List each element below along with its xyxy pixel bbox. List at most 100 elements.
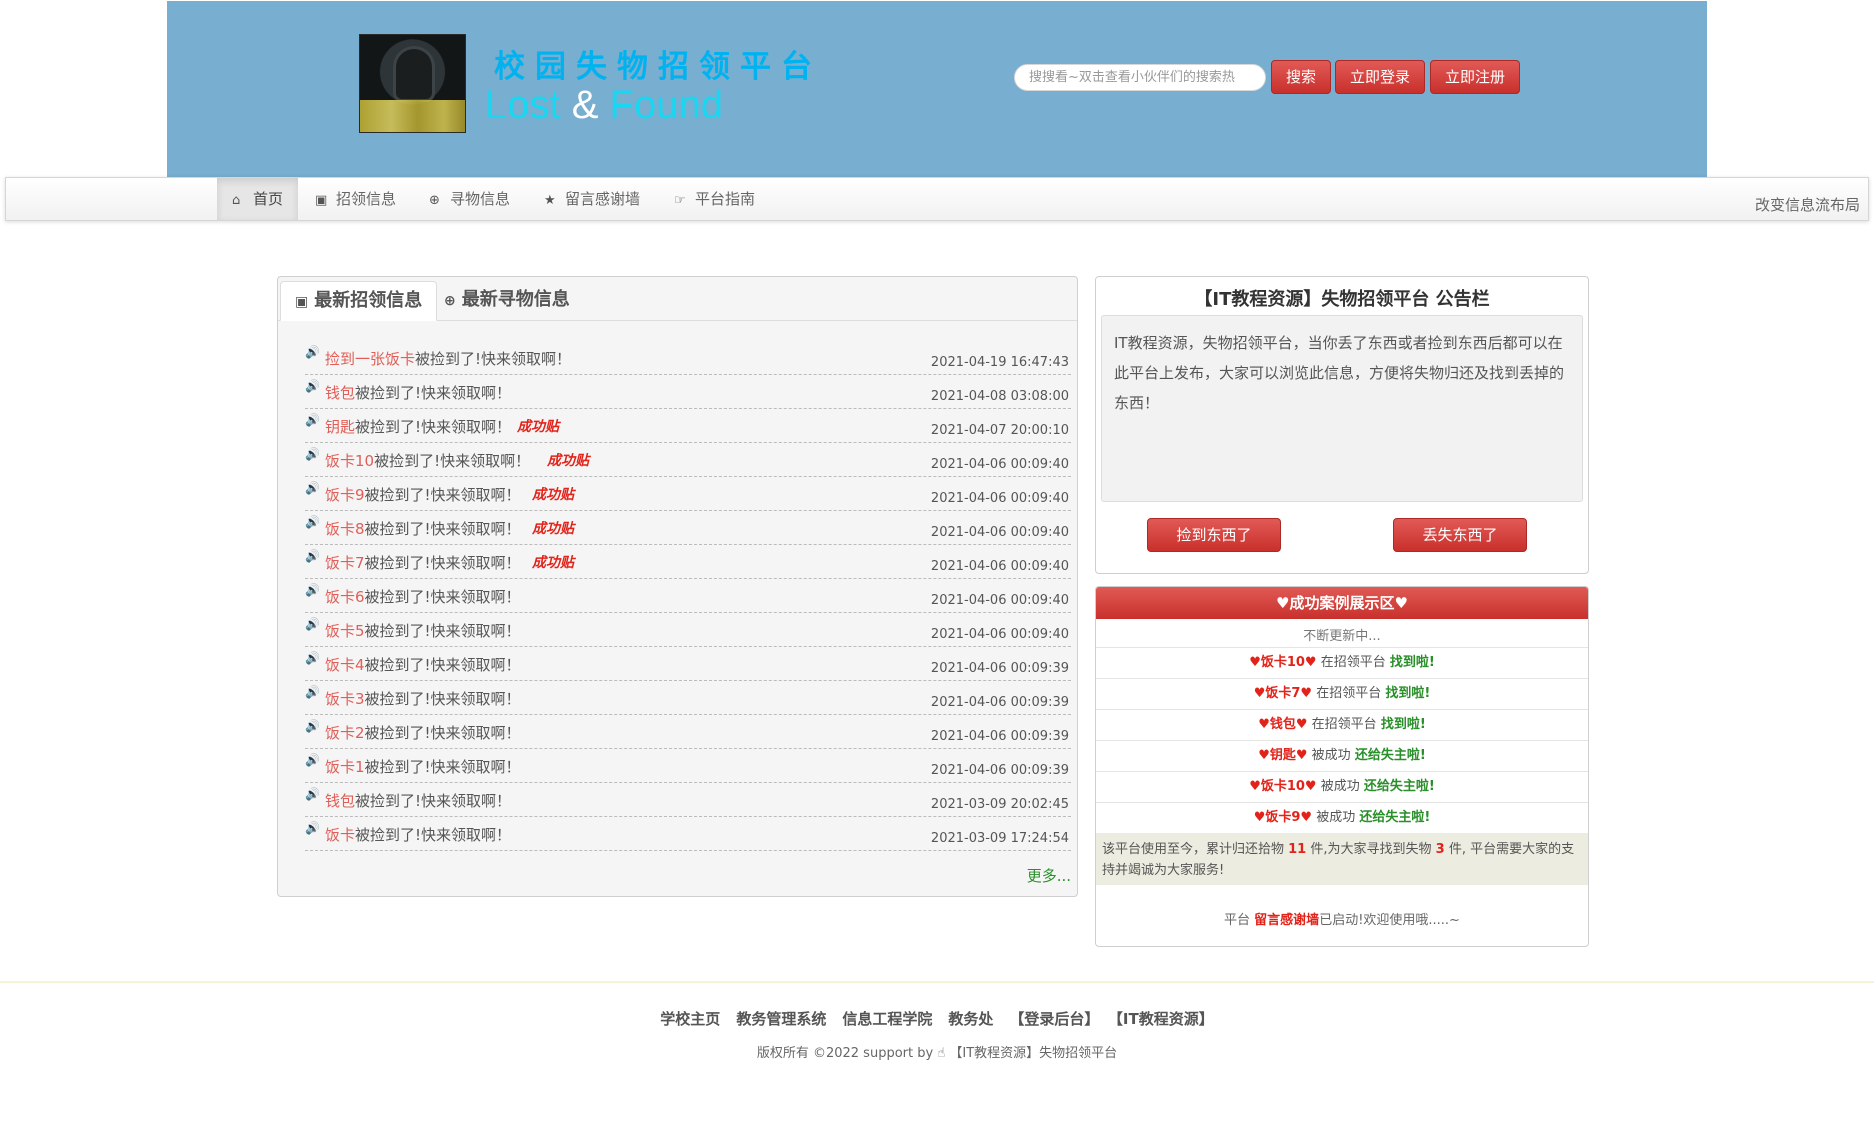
tab-label: 最新招领信息 <box>314 290 423 311</box>
item-name-link[interactable]: 饭卡1 <box>325 758 365 776</box>
tab-latest-lost[interactable]: ⊕ 最新寻物信息 <box>430 281 584 321</box>
lost-something-button[interactable]: 丢失东西了 <box>1393 518 1527 552</box>
thanks-wall-link[interactable]: 留言感谢墙 <box>1254 913 1319 928</box>
item-name-link[interactable]: 饭卡10 <box>325 452 374 470</box>
item-desc: 被捡到了!快来领取啊！ <box>415 350 572 368</box>
list-item[interactable]: 🔊 钱包被捡到了!快来领取啊！ 2021-04-08 03:08:00 <box>305 375 1071 409</box>
item-name-link[interactable]: 钱包 <box>325 384 355 402</box>
notice-title: 【IT教程资源】失物招领平台 公告栏 <box>1194 289 1490 310</box>
footer-link[interactable]: 【登录后台】 <box>1009 1010 1099 1028</box>
list-item[interactable]: 🔊 饭卡3被捡到了!快来领取啊！ 2021-04-06 00:09:39 <box>305 681 1071 715</box>
brand-ampersand: & <box>571 83 599 127</box>
picture-icon: ▣ <box>315 193 328 208</box>
copyright: 版权所有 ©2022 support by ☝ 【IT教程资源】失物招领平台 <box>0 1042 1874 1061</box>
nav-label: 寻物信息 <box>450 190 511 208</box>
tab-latest-found[interactable]: ▣ 最新招领信息 <box>280 281 438 321</box>
list-item[interactable]: 🔊 饭卡2被捡到了!快来领取啊！ 2021-04-06 00:09:39 <box>305 715 1071 749</box>
found-list: 🔊 捡到一张饭卡被捡到了!快来领取啊！ 2021-04-19 16:47:43 🔊 钱包… <box>305 341 1071 851</box>
case-item-name[interactable]: ♥饭卡7♥ <box>1254 686 1312 701</box>
item-name-link[interactable]: 钱包 <box>325 792 355 810</box>
footer-link[interactable]: 【IT教程资源】 <box>1115 1010 1213 1028</box>
brand-word-lost: Lost <box>485 83 561 127</box>
case-result: 还给失主啦! <box>1363 779 1435 794</box>
list-item[interactable]: 🔊 饭卡被捡到了!快来领取啊！ 2021-03-09 17:24:54 <box>305 817 1071 851</box>
list-item[interactable]: 🔊 钥匙被捡到了!快来领取啊！ 成功贴 2021-04-07 20:00:10 <box>305 409 1071 443</box>
list-item[interactable]: 🔊 饭卡4被捡到了!快来领取啊！ 2021-04-06 00:09:39 <box>305 647 1071 681</box>
nav-found-info[interactable]: ▣ 招领信息 <box>300 178 411 220</box>
item-date: 2021-03-09 17:24:54 <box>930 831 1069 846</box>
speaker-icon: 🔊 <box>305 515 320 529</box>
success-case-item: ♥钱包♥ 在招领平台 找到啦! <box>1096 709 1588 740</box>
search-button[interactable]: 搜索 <box>1271 60 1331 94</box>
item-name-link[interactable]: 饭卡2 <box>325 724 365 742</box>
item-name-link[interactable]: 饭卡8 <box>325 520 365 538</box>
speaker-icon: 🔊 <box>305 583 320 597</box>
item-name-link[interactable]: 饭卡9 <box>325 486 365 504</box>
success-tag: 成功贴 <box>547 453 589 469</box>
login-button[interactable]: 立即登录 <box>1335 60 1425 94</box>
item-name-link[interactable]: 饭卡7 <box>325 554 365 572</box>
item-name-link[interactable]: 捡到一张饭卡 <box>325 350 415 368</box>
speaker-icon: 🔊 <box>305 345 320 359</box>
footer-link[interactable]: 教务管理系统 <box>736 1010 826 1028</box>
case-item-name[interactable]: ♥饭卡10♥ <box>1249 655 1316 670</box>
item-name-link[interactable]: 饭卡 <box>325 826 355 844</box>
item-name-link[interactable]: 饭卡5 <box>325 622 365 640</box>
item-text: 饭卡3被捡到了!快来领取啊！ <box>325 688 521 709</box>
case-mid-text: 在招领平台 <box>1312 686 1386 701</box>
list-item[interactable]: 🔊 捡到一张饭卡被捡到了!快来领取啊！ 2021-04-19 16:47:43 <box>305 341 1071 375</box>
speaker-icon: 🔊 <box>305 719 320 733</box>
item-desc: 被捡到了!快来领取啊！ <box>364 520 521 538</box>
list-item[interactable]: 🔊 饭卡7被捡到了!快来领取啊！ 成功贴 2021-04-06 00:09:40 <box>305 545 1071 579</box>
change-layout-link[interactable]: 改变信息流布局 <box>1755 194 1860 215</box>
copyright-text: 版权所有 ©2022 support by <box>756 1046 938 1061</box>
zoom-icon: ⊕ <box>444 293 456 309</box>
list-item[interactable]: 🔊 饭卡9被捡到了!快来领取啊！ 成功贴 2021-04-06 00:09:40 <box>305 477 1071 511</box>
list-item[interactable]: 🔊 饭卡6被捡到了!快来领取啊！ 2021-04-06 00:09:40 <box>305 579 1071 613</box>
list-item[interactable]: 🔊 饭卡1被捡到了!快来领取啊！ 2021-04-06 00:09:39 <box>305 749 1071 783</box>
item-text: 饭卡4被捡到了!快来领取啊！ <box>325 654 521 675</box>
item-date: 2021-04-06 00:09:40 <box>930 491 1069 506</box>
success-tag: 成功贴 <box>532 555 574 571</box>
case-item-name[interactable]: ♥饭卡10♥ <box>1249 779 1316 794</box>
brand-title-cn: 校园失物招领平台 <box>494 49 822 85</box>
found-something-button[interactable]: 捡到东西了 <box>1147 518 1281 552</box>
zoom-icon: ⊕ <box>429 193 440 208</box>
item-name-link[interactable]: 钥匙 <box>325 418 355 436</box>
item-text: 饭卡7被捡到了!快来领取啊！ <box>325 552 521 573</box>
nav-home[interactable]: ⌂ 首页 <box>217 178 299 220</box>
nav-thanks-wall[interactable]: ★ 留言感谢墙 <box>529 178 655 220</box>
item-date: 2021-04-08 03:08:00 <box>930 389 1069 404</box>
item-date: 2021-04-06 00:09:40 <box>930 559 1069 574</box>
register-button[interactable]: 立即注册 <box>1430 60 1520 94</box>
item-text: 饭卡5被捡到了!快来领取啊！ <box>325 620 521 641</box>
speaker-icon: 🔊 <box>305 413 320 427</box>
case-item-name[interactable]: ♥饭卡9♥ <box>1254 810 1312 825</box>
info-tabs: ▣ 最新招领信息 ⊕ 最新寻物信息 <box>278 277 1077 321</box>
list-item[interactable]: 🔊 饭卡8被捡到了!快来领取啊！ 成功贴 2021-04-06 00:09:40 <box>305 511 1071 545</box>
case-item-name[interactable]: ♥钥匙♥ <box>1258 748 1307 763</box>
notice-body: IT教程资源，失物招领平台，当你丢了东西或者捡到东西后都可以在此平台上发布，大家… <box>1101 315 1583 502</box>
list-item[interactable]: 🔊 钱包被捡到了!快来领取啊！ 2021-03-09 20:02:45 <box>305 783 1071 817</box>
platform-stats: 该平台使用至今，累计归还拾物 11 件,为大家寻找到失物 3 件, 平台需要大家… <box>1096 833 1588 885</box>
item-date: 2021-04-06 00:09:40 <box>930 525 1069 540</box>
list-item[interactable]: 🔊 饭卡10被捡到了!快来领取啊！ 成功贴 2021-04-06 00:09:40 <box>305 443 1071 477</box>
item-text: 饭卡8被捡到了!快来领取啊！ <box>325 518 521 539</box>
footer-link[interactable]: 教务处 <box>948 1010 993 1028</box>
speaker-icon: 🔊 <box>305 651 320 665</box>
item-name-link[interactable]: 饭卡4 <box>325 656 365 674</box>
item-text: 饭卡被捡到了!快来领取啊！ <box>325 824 511 845</box>
search-input[interactable]: 搜搜看~双击查看小伙伴们的搜索热 <box>1014 64 1266 91</box>
item-desc: 被捡到了!快来领取啊！ <box>355 826 512 844</box>
nav-guide[interactable]: ☞ 平台指南 <box>659 178 770 220</box>
case-item-name[interactable]: ♥钱包♥ <box>1258 717 1307 732</box>
nav-lost-info[interactable]: ⊕ 寻物信息 <box>414 178 525 220</box>
more-link[interactable]: 更多... <box>1027 865 1071 886</box>
item-date: 2021-04-06 00:09:40 <box>930 457 1069 472</box>
footer-link[interactable]: 学校主页 <box>660 1010 720 1028</box>
item-name-link[interactable]: 饭卡3 <box>325 690 365 708</box>
list-item[interactable]: 🔊 饭卡5被捡到了!快来领取啊！ 2021-04-06 00:09:40 <box>305 613 1071 647</box>
footer-link[interactable]: 信息工程学院 <box>842 1010 932 1028</box>
speaker-icon: 🔊 <box>305 685 320 699</box>
item-name-link[interactable]: 饭卡6 <box>325 588 365 606</box>
